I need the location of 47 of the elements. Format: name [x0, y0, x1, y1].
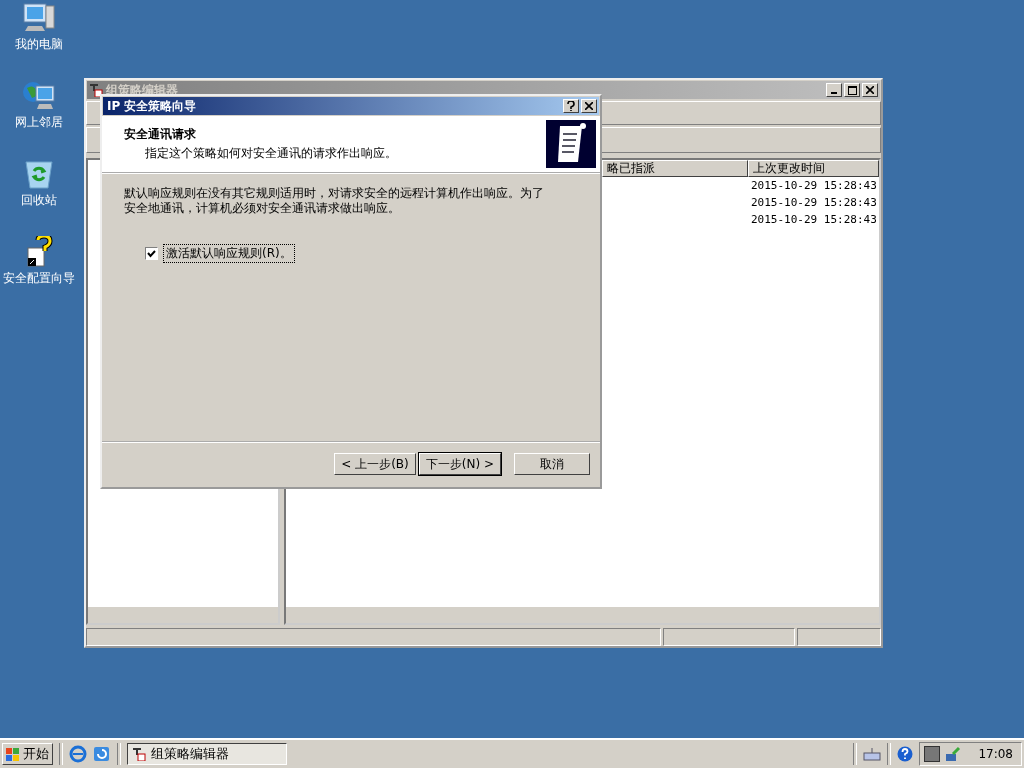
clock[interactable]: 17:08	[978, 747, 1013, 761]
network-plug-icon[interactable]	[945, 746, 962, 762]
close-button[interactable]	[581, 99, 597, 113]
desktop-icon-label[interactable]: 网上邻居	[15, 114, 63, 131]
windows-logo-icon	[6, 747, 20, 761]
checkbox[interactable]	[145, 247, 158, 260]
help-document-icon[interactable]	[24, 236, 54, 268]
computer-icon[interactable]	[22, 2, 56, 34]
checkbox-label[interactable]: 激活默认响应规则(R)。	[163, 244, 295, 263]
keyboard-icon[interactable]	[863, 747, 882, 761]
maximize-icon	[847, 85, 857, 95]
column-header[interactable]: 略已指派	[602, 160, 748, 177]
column-header[interactable]: 上次更改时间	[748, 160, 879, 177]
tools-icon	[132, 747, 146, 761]
close-button[interactable]	[862, 83, 878, 97]
tools-icon	[89, 83, 103, 97]
vm-tool-icon[interactable]	[924, 746, 941, 762]
desktop-icon-label[interactable]: 我的电脑	[15, 36, 63, 53]
wizard-button[interactable]: < 上一步(B)	[334, 453, 416, 475]
wizard-button[interactable]: 下一步(N) >	[418, 453, 501, 475]
page-subheading: 指定这个策略如何对安全通讯的请求作出响应。	[144, 145, 398, 162]
maximize-button[interactable]	[844, 83, 860, 97]
table-cell-text: 2015-10-29 15:28:43	[750, 196, 877, 209]
description-text: 默认响应规则在没有其它规则适用时，对请求安全的远程计算机作出响应。为了安全地通讯，计算机必须对安全通讯请求做出响应。	[124, 186, 544, 216]
table-cell-text: 2015-10-29 15:28:43	[750, 213, 877, 226]
network-globe-icon[interactable]	[22, 80, 56, 112]
question-icon	[567, 101, 575, 111]
recycle-bin-icon[interactable]	[24, 158, 54, 190]
wizard-button[interactable]: 取消	[514, 453, 590, 475]
horizontal-scrollbar[interactable]	[88, 607, 278, 623]
desktop-icon-label[interactable]: 回收站	[21, 192, 57, 209]
close-icon	[866, 86, 874, 94]
refresh-window-icon[interactable]	[93, 745, 111, 763]
close-icon	[585, 102, 593, 110]
browser-e-icon[interactable]	[69, 745, 87, 763]
taskbar-task[interactable]: 组策略编辑器	[127, 743, 287, 765]
horizontal-scrollbar[interactable]	[286, 607, 879, 623]
start-button[interactable]: 开始	[2, 743, 53, 765]
help-icon[interactable]	[897, 746, 914, 762]
checkmark-icon	[147, 249, 156, 258]
table-cell-text: 2015-10-29 15:28:43	[750, 179, 877, 192]
page-heading: 安全通讯请求	[124, 126, 197, 143]
help-button[interactable]	[563, 99, 579, 113]
dialog-title: IP 安全策略向导	[107, 97, 197, 115]
scroll-document-icon	[546, 120, 596, 168]
desktop-icon-label[interactable]: 安全配置向导	[3, 270, 75, 287]
minimize-button[interactable]	[826, 83, 842, 97]
